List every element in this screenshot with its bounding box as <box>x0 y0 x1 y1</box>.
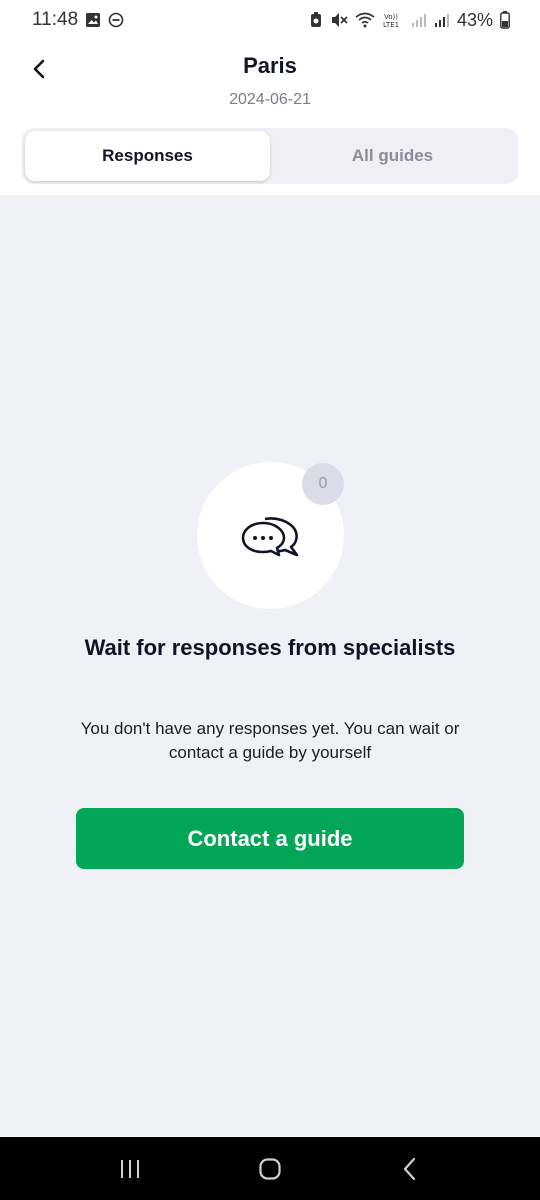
svg-text:Vo)): Vo)) <box>384 13 398 21</box>
home-icon <box>259 1157 281 1180</box>
page-title: Paris <box>243 53 297 78</box>
recent-apps-button[interactable] <box>100 1139 160 1199</box>
svg-text:LTE1: LTE1 <box>383 21 399 29</box>
dnd-icon <box>108 12 124 28</box>
content-area: 0 Wait for responses from specialists Yo… <box>0 195 540 1137</box>
contact-guide-button[interactable]: Contact a guide <box>76 808 464 869</box>
status-bar-left: 11:48 <box>32 9 124 31</box>
status-bar: 11:48 Vo)) LTE1 43% <box>0 0 540 40</box>
gallery-icon <box>85 12 101 28</box>
alarm-icon <box>309 12 323 28</box>
battery-percent: 43% <box>456 9 493 30</box>
system-nav-bar <box>0 1137 540 1200</box>
page-date: 2024-06-21 <box>229 91 311 108</box>
responses-count-badge: 0 <box>302 463 344 505</box>
status-time: 11:48 <box>32 9 79 30</box>
battery-icon <box>500 11 510 29</box>
mute-icon <box>330 12 348 28</box>
tab-all-guides[interactable]: All guides <box>270 131 515 181</box>
segmented-tabs: Responses All guides <box>22 128 518 184</box>
recent-apps-icon <box>121 1159 139 1178</box>
signal-icon <box>411 12 427 28</box>
signal-icon <box>434 12 450 28</box>
back-arrow-icon <box>403 1157 416 1180</box>
home-button[interactable] <box>240 1139 300 1199</box>
status-bar-right: Vo)) LTE1 43% <box>309 10 510 31</box>
chat-bubbles-icon <box>241 516 298 556</box>
volte-icon: Vo)) LTE1 <box>382 11 404 29</box>
tab-responses[interactable]: Responses <box>25 131 270 181</box>
wifi-icon <box>355 12 375 28</box>
empty-state-description: You don't have any responses yet. You ca… <box>80 719 460 762</box>
system-back-button[interactable] <box>380 1139 440 1199</box>
empty-state-title: Wait for responses from specialists <box>84 635 456 660</box>
header: Paris 2024-06-21 <box>0 40 540 120</box>
